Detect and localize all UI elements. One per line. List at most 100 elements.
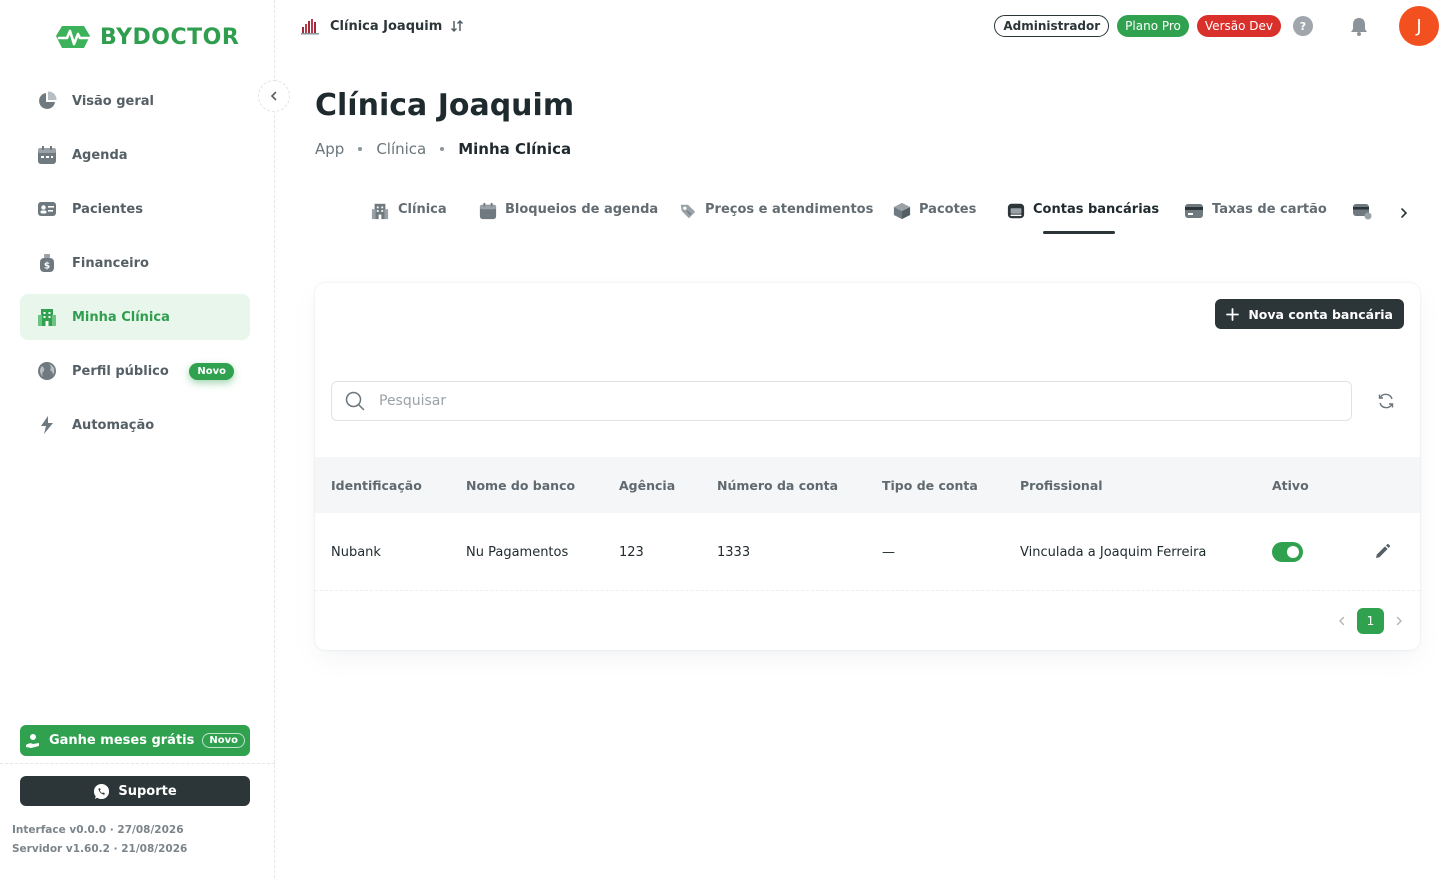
- new-badge: Novo: [202, 733, 245, 748]
- calendar-icon: [479, 202, 497, 220]
- app-root: BYDOCTOR Visão geral Agenda Pacientes $ …: [0, 0, 1455, 878]
- plan-chip[interactable]: Plano Pro: [1117, 15, 1189, 37]
- sidebar-item-minha-clinica[interactable]: Minha Clínica: [20, 294, 250, 340]
- card-settings-icon: [1353, 204, 1372, 220]
- column-header-agencia[interactable]: Agência: [619, 457, 675, 513]
- sidebar-item-label: Agenda: [72, 147, 128, 163]
- tab-overflow-next[interactable]: [1352, 198, 1372, 238]
- column-header-identificacao[interactable]: Identificação: [331, 457, 422, 513]
- building-icon: [36, 306, 58, 328]
- tab-bloqueios-de-agenda[interactable]: Bloqueios de agenda: [479, 198, 658, 238]
- column-header-ativo[interactable]: Ativo: [1272, 457, 1309, 513]
- tab-label: Preços e atendimentos: [705, 202, 874, 217]
- search-input[interactable]: [379, 393, 1279, 409]
- brand-name: BYDOCTOR: [100, 24, 240, 50]
- logo-icon: [56, 26, 91, 48]
- price-tag-icon: [680, 204, 696, 219]
- edit-pencil-icon[interactable]: [1373, 543, 1391, 561]
- page-number-current[interactable]: 1: [1357, 608, 1384, 634]
- search-icon: [345, 391, 365, 411]
- sidebar-item-perfil-publico[interactable]: Perfil público Novo: [20, 348, 250, 394]
- sidebar-nav: Visão geral Agenda Pacientes $ Financeir…: [20, 78, 250, 456]
- breadcrumb-app[interactable]: App: [315, 140, 344, 158]
- sidebar-item-automacao[interactable]: Automação: [20, 402, 250, 448]
- sidebar-item-label: Minha Clínica: [72, 309, 170, 325]
- lightning-icon: [36, 414, 58, 436]
- cell-nome-do-banco: Nu Pagamentos: [466, 544, 569, 560]
- chevron-left-icon[interactable]: [1337, 616, 1347, 626]
- breadcrumb-clinica[interactable]: Clínica: [376, 140, 426, 158]
- tab-taxas-de-cartao[interactable]: Taxas de cartão: [1184, 198, 1327, 238]
- support-button[interactable]: Suporte: [20, 776, 250, 806]
- column-header-nome-do-banco[interactable]: Nome do banco: [466, 457, 575, 513]
- tab-label: Bloqueios de agenda: [505, 202, 659, 217]
- header-actions: Administrador Plano Pro Versão Dev ? J: [994, 6, 1439, 46]
- new-bank-account-label: Nova conta bancária: [1248, 306, 1393, 322]
- package-icon: [893, 202, 911, 220]
- tab-precos-e-atendimentos[interactable]: Preços e atendimentos: [679, 198, 873, 238]
- pagination: 1: [1337, 608, 1404, 634]
- cell-ativo: [1272, 513, 1303, 591]
- cell-actions: [1373, 513, 1391, 591]
- environment-chip[interactable]: Versão Dev: [1196, 15, 1281, 37]
- active-tab-indicator: [1043, 231, 1115, 234]
- refresh-button[interactable]: [1376, 391, 1396, 411]
- svg-text:$: $: [44, 262, 50, 272]
- sidebar-item-financeiro[interactable]: $ Financeiro: [20, 240, 250, 286]
- collapse-sidebar-button[interactable]: [258, 80, 290, 112]
- table-row[interactable]: Nubank Nu Pagamentos 123 1333 — Vinculad…: [315, 513, 1420, 591]
- table-header: Identificação Nome do banco Agência Núme…: [315, 457, 1420, 513]
- sidebar-item-agenda[interactable]: Agenda: [20, 132, 250, 178]
- column-header-numero-da-conta[interactable]: Número da conta: [717, 457, 838, 513]
- search-box[interactable]: [331, 381, 1352, 421]
- active-toggle[interactable]: [1272, 542, 1303, 562]
- cell-tipo-de-conta: —: [882, 544, 895, 560]
- cell-identificacao: Nubank: [331, 544, 381, 560]
- chevron-right-icon[interactable]: [1394, 616, 1404, 626]
- chevron-left-icon: [270, 91, 277, 101]
- sidebar-item-visao-geral[interactable]: Visão geral: [20, 78, 250, 124]
- tab-clinica[interactable]: Clínica: [370, 198, 447, 238]
- new-badge: Novo: [189, 362, 234, 380]
- sidebar: BYDOCTOR Visão geral Agenda Pacientes $ …: [0, 0, 275, 878]
- breadcrumb-separator: [440, 147, 445, 151]
- notification-bell-icon[interactable]: [1349, 16, 1369, 36]
- breadcrumb-current: Minha Clínica: [458, 140, 572, 158]
- breadcrumb-separator: [358, 147, 363, 151]
- column-header-tipo-de-conta[interactable]: Tipo de conta: [882, 457, 978, 513]
- column-header-profissional[interactable]: Profissional: [1020, 457, 1103, 513]
- gift-hand-icon: [25, 733, 39, 748]
- bank-icon: [1007, 203, 1025, 219]
- help-icon[interactable]: ?: [1293, 16, 1313, 36]
- bank-accounts-card: Nova conta bancária Identificação Nome d…: [315, 283, 1420, 650]
- sidebar-item-label: Perfil público: [72, 363, 169, 379]
- clinic-name: Clínica Joaquim: [330, 18, 443, 34]
- tab-bar: Clínica Bloqueios de agenda Preços e ate…: [370, 198, 1410, 238]
- brand-logo[interactable]: BYDOCTOR: [54, 22, 239, 52]
- calendar-icon: [36, 144, 58, 166]
- tab-pacotes[interactable]: Pacotes: [893, 198, 976, 238]
- sidebar-item-label: Pacientes: [72, 201, 143, 217]
- new-bank-account-button[interactable]: Nova conta bancária: [1215, 299, 1404, 329]
- sidebar-item-label: Visão geral: [72, 93, 155, 109]
- free-months-button[interactable]: Ganhe meses grátis Novo: [20, 725, 250, 756]
- user-avatar[interactable]: J: [1399, 6, 1439, 46]
- sidebar-item-label: Financeiro: [72, 255, 149, 271]
- page-title: Clínica Joaquim: [315, 88, 575, 123]
- cell-profissional: Vinculada a Joaquim Ferreira: [1020, 544, 1207, 560]
- tab-label: Clínica: [398, 202, 447, 217]
- money-bag-icon: $: [36, 252, 58, 274]
- role-chip[interactable]: Administrador: [994, 15, 1110, 37]
- tab-label: Pacotes: [919, 202, 977, 217]
- tabs-scroll-right-button[interactable]: [1398, 204, 1410, 223]
- cell-numero-da-conta: 1333: [717, 544, 751, 560]
- pie-chart-icon: [36, 90, 58, 112]
- plus-icon: [1226, 307, 1240, 321]
- interface-version: Interface v0.0.0 · 27/08/2026: [12, 824, 184, 836]
- clinic-switcher[interactable]: Clínica Joaquim: [300, 16, 464, 36]
- tab-label: Taxas de cartão: [1212, 202, 1327, 217]
- breadcrumb: App Clínica Minha Clínica: [315, 140, 571, 158]
- building-icon: [371, 203, 389, 220]
- sidebar-item-pacientes[interactable]: Pacientes: [20, 186, 250, 232]
- support-label: Suporte: [118, 783, 177, 799]
